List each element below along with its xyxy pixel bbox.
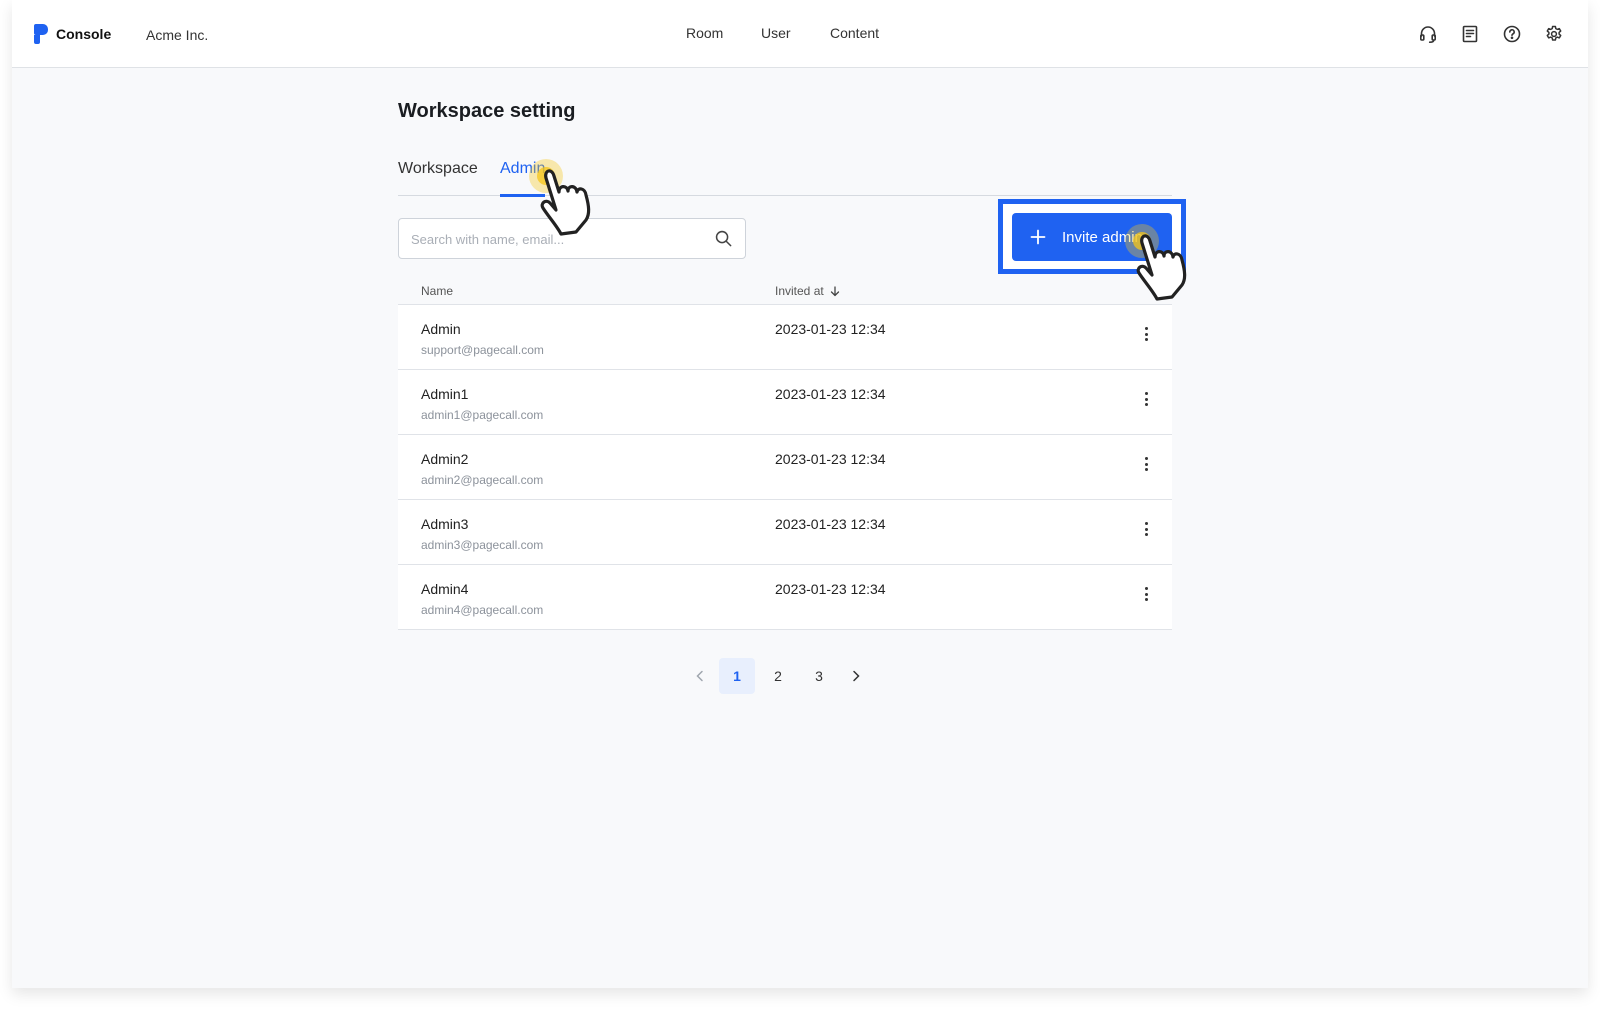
- tab-workspace[interactable]: Workspace: [398, 160, 478, 196]
- tab-admin[interactable]: Admin: [500, 160, 546, 197]
- search-input[interactable]: [411, 229, 701, 249]
- page-button-3[interactable]: 3: [801, 658, 837, 694]
- tab-bar: Workspace Admin: [398, 160, 1172, 197]
- admin-email: admin3@pagecall.com: [421, 538, 544, 552]
- brand-label: Console: [56, 26, 112, 42]
- admin-name: Admin3: [421, 516, 469, 532]
- logo-icon: [34, 24, 48, 44]
- page-button-1[interactable]: 1: [719, 658, 755, 694]
- page-title: Workspace setting: [398, 100, 576, 122]
- more-options-icon[interactable]: [1139, 455, 1153, 473]
- admin-email: admin4@pagecall.com: [421, 603, 544, 617]
- org-name[interactable]: Acme Inc.: [146, 27, 208, 43]
- table-row[interactable]: Admin4 admin4@pagecall.com 2023-01-23 12:3…: [398, 565, 1172, 630]
- more-options-icon[interactable]: [1139, 585, 1153, 603]
- admin-name: Admin1: [421, 386, 469, 402]
- app-window: Console Acme Inc. Room User Content Work…: [12, 0, 1588, 988]
- invite-admin-button[interactable]: Invite admin: [1012, 213, 1172, 261]
- top-bar: Console Acme Inc. Room User Content: [12, 0, 1588, 68]
- admin-email: admin2@pagecall.com: [421, 473, 544, 487]
- help-icon[interactable]: [1500, 22, 1524, 46]
- admin-name: Admin4: [421, 581, 469, 597]
- pagination: 1 2 3: [686, 658, 875, 694]
- table-row[interactable]: Admin2 admin2@pagecall.com 2023-01-23 12:3…: [398, 435, 1172, 500]
- invited-at-value: 2023-01-23 12:34: [775, 321, 886, 337]
- invited-at-value: 2023-01-23 12:34: [775, 386, 886, 402]
- nav-user[interactable]: User: [761, 25, 791, 41]
- settings-icon[interactable]: [1542, 22, 1566, 46]
- table-row[interactable]: Admin1 admin1@pagecall.com 2023-01-23 12:3…: [398, 370, 1172, 435]
- invited-at-value: 2023-01-23 12:34: [775, 451, 886, 467]
- column-invited-at-label: Invited at: [775, 284, 824, 298]
- admin-email: support@pagecall.com: [421, 343, 544, 357]
- admin-email: admin1@pagecall.com: [421, 408, 544, 422]
- column-name: Name: [421, 284, 454, 298]
- plus-icon: [1030, 229, 1046, 245]
- document-icon[interactable]: [1458, 22, 1482, 46]
- nav-room[interactable]: Room: [686, 25, 723, 41]
- brand[interactable]: Console: [34, 24, 111, 44]
- admin-name: Admin: [421, 321, 461, 337]
- invite-admin-label: Invite admin: [1062, 228, 1143, 246]
- nav-content[interactable]: Content: [830, 25, 879, 41]
- more-options-icon[interactable]: [1139, 390, 1153, 408]
- search-icon[interactable]: [714, 229, 733, 253]
- sort-arrow-down-icon: [830, 285, 839, 296]
- headset-icon[interactable]: [1416, 22, 1440, 46]
- invited-at-value: 2023-01-23 12:34: [775, 516, 886, 532]
- page-button-2[interactable]: 2: [760, 658, 796, 694]
- table-row[interactable]: Admin support@pagecall.com 2023-01-23 12:3…: [398, 305, 1172, 370]
- main-content: Workspace setting Workspace Admin Invite…: [398, 100, 1186, 694]
- admin-table: Name Invited at Admin support@pagecall.co…: [398, 276, 1172, 630]
- more-options-icon[interactable]: [1139, 520, 1153, 538]
- table-body: Admin support@pagecall.com 2023-01-23 12:3…: [398, 305, 1172, 630]
- header-icons: [1416, 22, 1566, 46]
- prev-page-icon[interactable]: [686, 658, 714, 694]
- table-header: Name Invited at: [398, 276, 1172, 305]
- column-invited-at[interactable]: Invited at: [775, 284, 840, 298]
- admin-name: Admin2: [421, 451, 469, 467]
- table-row[interactable]: Admin3 admin3@pagecall.com 2023-01-23 12:3…: [398, 500, 1172, 565]
- search-box: [398, 218, 746, 259]
- invited-at-value: 2023-01-23 12:34: [775, 581, 886, 597]
- more-options-icon[interactable]: [1139, 325, 1153, 343]
- next-page-icon[interactable]: [842, 658, 870, 694]
